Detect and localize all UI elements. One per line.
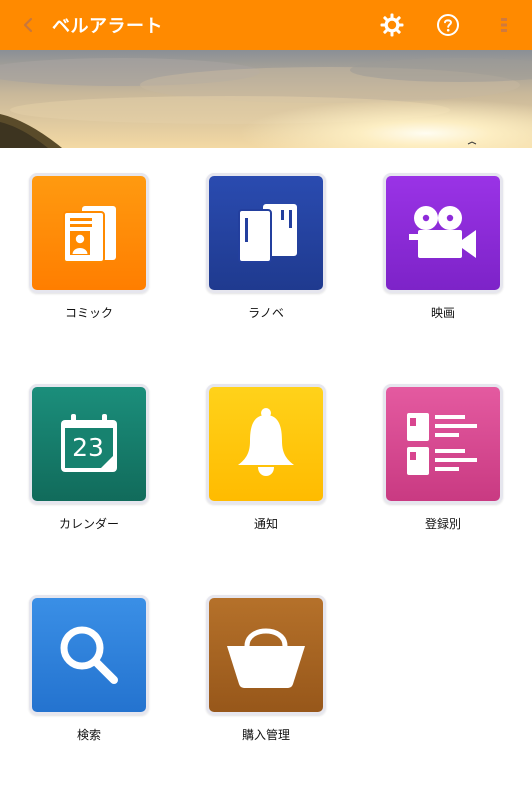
menu-icon <box>501 18 507 32</box>
back-button[interactable] <box>8 0 48 50</box>
tile-icon-by-registration <box>383 384 503 504</box>
tile-icon-calendar: 23 <box>29 384 149 504</box>
light-novel-icon <box>238 204 297 263</box>
tile-icon-search <box>29 595 149 715</box>
menu-item-movie[interactable]: 映画 <box>368 173 518 343</box>
calendar-icon: 23 <box>57 412 121 476</box>
settings-button[interactable] <box>364 0 420 50</box>
menu-item-light-novel[interactable]: ラノベ <box>191 173 341 343</box>
menu-item-label: ラノベ <box>248 306 284 320</box>
search-icon <box>60 626 118 684</box>
menu-item-label: 検索 <box>76 728 101 742</box>
menu-item-search[interactable]: 検索 <box>14 595 164 765</box>
app-bar: ベルアラート <box>0 0 532 50</box>
menu-item-calendar[interactable]: 23 カレンダー <box>14 384 164 554</box>
tile-icon-light-novel <box>206 173 326 293</box>
menu-item-by-registration[interactable]: 登録別 <box>368 384 518 554</box>
comic-card-icon <box>63 206 116 263</box>
shopping-basket-icon <box>227 628 305 688</box>
tile-icon-movie <box>383 173 503 293</box>
tile-icon-comic <box>29 173 149 293</box>
sunset-sky-image <box>0 50 532 148</box>
bell-icon <box>238 408 294 476</box>
menu-item-comic[interactable]: コミック <box>14 173 164 343</box>
menu-item-label: カレンダー <box>58 517 119 531</box>
tile-icon-notification <box>206 384 326 504</box>
menu-item-label: 通知 <box>253 517 278 531</box>
app-bar-actions <box>364 0 532 50</box>
chevron-left-icon <box>23 17 33 33</box>
calendar-day-number: 23 <box>72 433 104 462</box>
help-icon <box>437 14 459 36</box>
menu-item-label: 購入管理 <box>241 728 290 742</box>
register-list-icon <box>407 413 477 475</box>
menu-button[interactable] <box>476 0 532 50</box>
movie-camera-icon <box>409 206 476 258</box>
app-title: ベルアラート <box>52 16 163 37</box>
help-button[interactable] <box>420 0 476 50</box>
header-banner-image <box>0 50 532 148</box>
menu-item-notification[interactable]: 通知 <box>191 384 341 554</box>
tile-icon-purchase-management <box>206 595 326 715</box>
menu-item-purchase-management[interactable]: 購入管理 <box>191 595 341 765</box>
menu-item-label: コミック <box>64 306 113 320</box>
menu-item-label: 登録別 <box>424 517 461 531</box>
menu-item-label: 映画 <box>430 306 455 320</box>
gear-icon <box>380 13 404 37</box>
